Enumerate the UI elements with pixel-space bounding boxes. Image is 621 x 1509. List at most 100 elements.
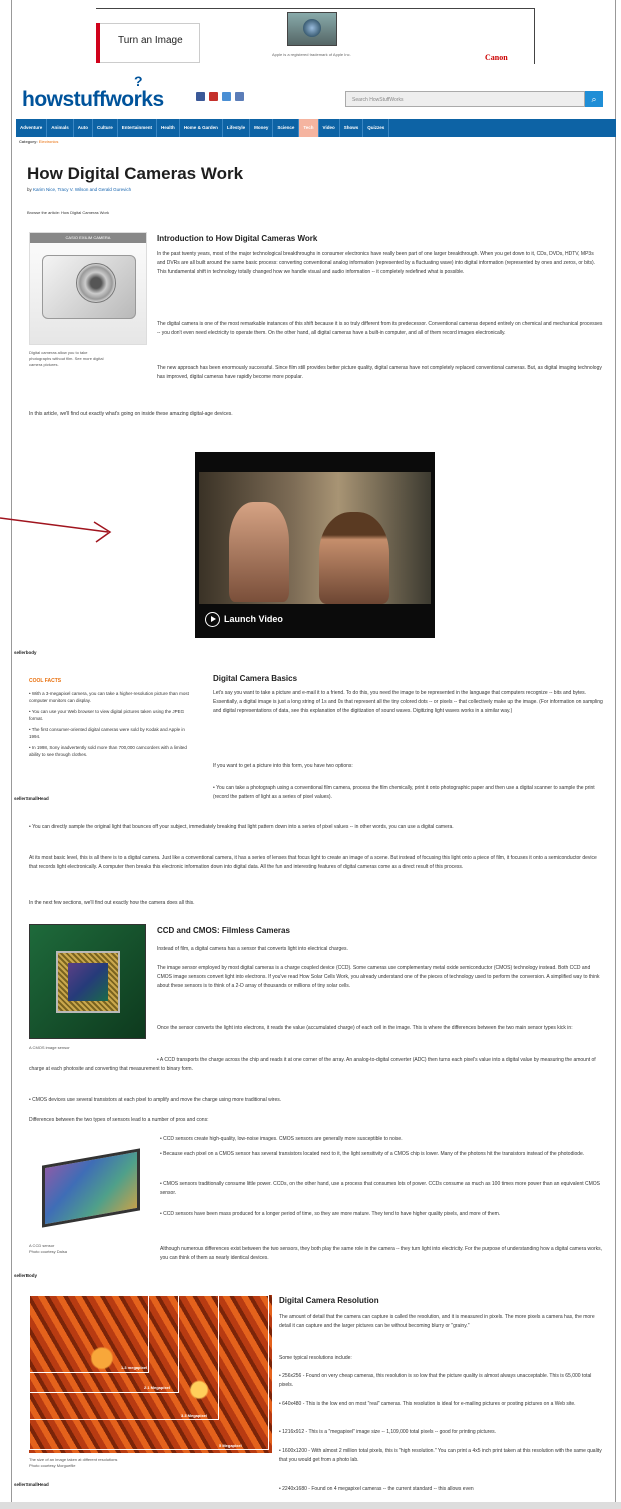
sensor-shape bbox=[42, 1148, 140, 1228]
facebook-icon[interactable] bbox=[196, 92, 205, 101]
ad-banner[interactable]: Turn an Image Apple is a registered trad… bbox=[96, 8, 535, 64]
basics-option-2: • You can directly sample the original l… bbox=[29, 824, 454, 830]
ccd-paragraph-1: Instead of film, a digital camera has a … bbox=[157, 946, 348, 952]
nav-item-animals[interactable]: Animals bbox=[47, 119, 74, 137]
resolution-heading: Digital Camera Resolution bbox=[279, 1296, 379, 1305]
basics-paragraph-2: If you want to get a picture into this f… bbox=[213, 763, 353, 769]
author-links[interactable]: Karim Nice, Tracy V. Wilson and Gerald G… bbox=[33, 187, 131, 192]
diff-item: • Because each pixel on a CMOS sensor ha… bbox=[160, 1151, 585, 1157]
ad-fine-print: Apple is a registered trademark of Apple… bbox=[272, 52, 351, 57]
resolution-item: • 256x256 - Found on very cheap cameras,… bbox=[279, 1373, 592, 1388]
chip-caption: A CMOS image sensor bbox=[29, 1045, 70, 1050]
site-logo[interactable]: howstuffworks? bbox=[22, 73, 164, 116]
window-bottom-bar bbox=[0, 1502, 621, 1509]
intro-heading: Introduction to How Digital Cameras Work bbox=[157, 234, 318, 243]
intro-paragraph-2: The digital camera is one of the most re… bbox=[157, 321, 603, 336]
resolution-paragraph-2: Some typical resolutions include: bbox=[279, 1355, 352, 1361]
nav-item-lifestyle[interactable]: Lifestyle bbox=[223, 119, 251, 137]
breadcrumb-link[interactable]: Electronics bbox=[39, 139, 59, 144]
resolution-item: • 1216x912 - This is a "megapixel" image… bbox=[279, 1429, 496, 1435]
resolution-item: • 2240x1680 - Found on 4 megapixel camer… bbox=[279, 1486, 474, 1492]
nav-item-auto[interactable]: Auto bbox=[74, 119, 94, 137]
basics-heading: Digital Camera Basics bbox=[213, 674, 298, 683]
resolution-paragraph-1: The amount of detail that the camera can… bbox=[279, 1314, 595, 1329]
fact-item: • The first consumer-oriented digital ca… bbox=[29, 727, 185, 739]
leaves-caption: The size of an image taken at different … bbox=[29, 1457, 118, 1468]
fact-item: • With a 3-megapixel camera, you can tak… bbox=[29, 691, 189, 703]
nav-item-video[interactable]: Video bbox=[319, 119, 340, 137]
ad-brand: Canon bbox=[485, 53, 508, 62]
ccd-paragraph-2: The image sensor employed by most digita… bbox=[157, 965, 600, 989]
launch-video-button[interactable]: Launch Video bbox=[205, 612, 283, 627]
basics-paragraph-4: In the next few sections, we'll find out… bbox=[29, 900, 195, 906]
basics-paragraph-3: At its most basic level, this is all the… bbox=[29, 855, 597, 870]
nav-item-culture[interactable]: Culture bbox=[93, 119, 118, 137]
nav-item-tech[interactable]: Tech bbox=[299, 119, 319, 137]
breadcrumb: Category: Electronics bbox=[19, 139, 59, 144]
twitter-icon[interactable] bbox=[222, 92, 231, 101]
diff-item: • CMOS sensors traditionally consume lit… bbox=[160, 1181, 601, 1196]
sensor-caption: A CCD sensor Photo courtesy Dalsa bbox=[29, 1243, 68, 1254]
nav-item-shows[interactable]: Shows bbox=[340, 119, 364, 137]
ccd-paragraph-3: Once the sensor converts the light into … bbox=[157, 1025, 573, 1031]
nav-item-money[interactable]: Money bbox=[250, 119, 274, 137]
annotation-arrow-icon bbox=[0, 517, 112, 543]
camera-image-caption: Digital cameras allow you to take photog… bbox=[29, 350, 104, 367]
diff-intro: Differences between the two types of sen… bbox=[29, 1117, 209, 1123]
fact-item: • You can use your Web browser to view d… bbox=[29, 709, 185, 721]
main-nav: Adventure Animals Auto Culture Entertainment… bbox=[16, 119, 616, 137]
video-person-left bbox=[229, 502, 289, 602]
res-label: 3.3 Megapixel bbox=[181, 1413, 208, 1418]
intro-paragraph-1: In the past twenty years, most of the ma… bbox=[157, 251, 596, 275]
fact-item: • In 1998, Sony inadvertently sold more … bbox=[29, 745, 187, 757]
seller-small-head-label: sellerSmallHead bbox=[14, 796, 49, 801]
logo-question-icon: ? bbox=[134, 73, 143, 89]
byline: by Karim Nice, Tracy V. Wilson and Geral… bbox=[27, 187, 132, 192]
ad-camera-icon bbox=[287, 12, 337, 46]
nav-item-health[interactable]: Health bbox=[157, 119, 180, 137]
res-label: 1.3 megapixel bbox=[121, 1365, 148, 1370]
res-label: 5 Megapixel bbox=[219, 1443, 242, 1448]
ccd-sensor-image[interactable] bbox=[30, 1135, 152, 1238]
resolution-item: • 1600x1200 - With almost 2 million tota… bbox=[279, 1448, 602, 1463]
browse-article-link[interactable]: Browse the article: How Digital Cameras … bbox=[27, 210, 109, 216]
camera-lens-shape bbox=[76, 263, 116, 303]
nav-item-home-garden[interactable]: Home & Garden bbox=[180, 119, 223, 137]
play-icon bbox=[205, 612, 220, 627]
cool-facts-title: COOL FACTS bbox=[29, 678, 62, 684]
nav-item-entertainment[interactable]: Entertainment bbox=[118, 119, 158, 137]
video-person-right bbox=[319, 512, 389, 604]
nav-item-quizzes[interactable]: Quizzes bbox=[363, 119, 390, 137]
ccd-bullet-2: • CMOS devices use several transistors a… bbox=[29, 1097, 282, 1103]
nav-item-science[interactable]: Science bbox=[273, 119, 300, 137]
intro-paragraph-4: In this article, we'll find out exactly … bbox=[29, 411, 233, 417]
search-icon[interactable]: ⌕ bbox=[585, 91, 603, 107]
ad-headline: Turn an Image bbox=[118, 35, 183, 46]
res-label: 2.1 Megapixel bbox=[144, 1385, 171, 1390]
diff-item: • CCD sensors create high-quality, low-n… bbox=[160, 1136, 403, 1142]
seller-body-label: sellerbody bbox=[14, 650, 37, 655]
page-title: How Digital Cameras Work bbox=[27, 164, 244, 183]
rss-icon[interactable] bbox=[235, 92, 244, 101]
nav-item-adventure[interactable]: Adventure bbox=[16, 119, 48, 137]
resolution-comparison-image[interactable]: 1.3 megapixel 2.1 Megapixel 3.3 Megapixe… bbox=[29, 1295, 272, 1453]
intro-paragraph-3: The new approach has been enormously suc… bbox=[157, 365, 602, 380]
cmos-chip-image[interactable] bbox=[29, 924, 146, 1039]
camera-image-title: CASIO EXILIM CAMERA bbox=[30, 233, 146, 243]
basics-paragraph-1: Let's say you want to take a picture and… bbox=[213, 690, 603, 714]
ccd-heading: CCD and CMOS: Filmless Cameras bbox=[157, 926, 290, 935]
seller-small-head-label: sellerSmallHead bbox=[14, 1482, 49, 1487]
diff-outro: Although numerous differences exist betw… bbox=[160, 1246, 602, 1261]
res-box-4 bbox=[29, 1295, 269, 1450]
cool-facts-box: COOL FACTS • With a 3-megapixel camera, … bbox=[29, 678, 189, 758]
search-input[interactable]: Search HowStuffWorks bbox=[345, 91, 585, 107]
chip-core-shape bbox=[68, 963, 108, 1001]
video-thumbnail bbox=[199, 472, 431, 604]
camera-image[interactable]: CASIO EXILIM CAMERA bbox=[29, 232, 147, 345]
resolution-item: • 640x480 - This is the low end on most … bbox=[279, 1401, 576, 1407]
ccd-bullet-1: • A CCD transports the charge across the… bbox=[29, 1057, 596, 1072]
video-player[interactable]: Launch Video bbox=[195, 452, 435, 638]
seller-body-label: sellerBody bbox=[14, 1273, 38, 1278]
basics-option-1: • You can take a photograph using a conv… bbox=[213, 785, 595, 800]
youtube-icon[interactable] bbox=[209, 92, 218, 101]
